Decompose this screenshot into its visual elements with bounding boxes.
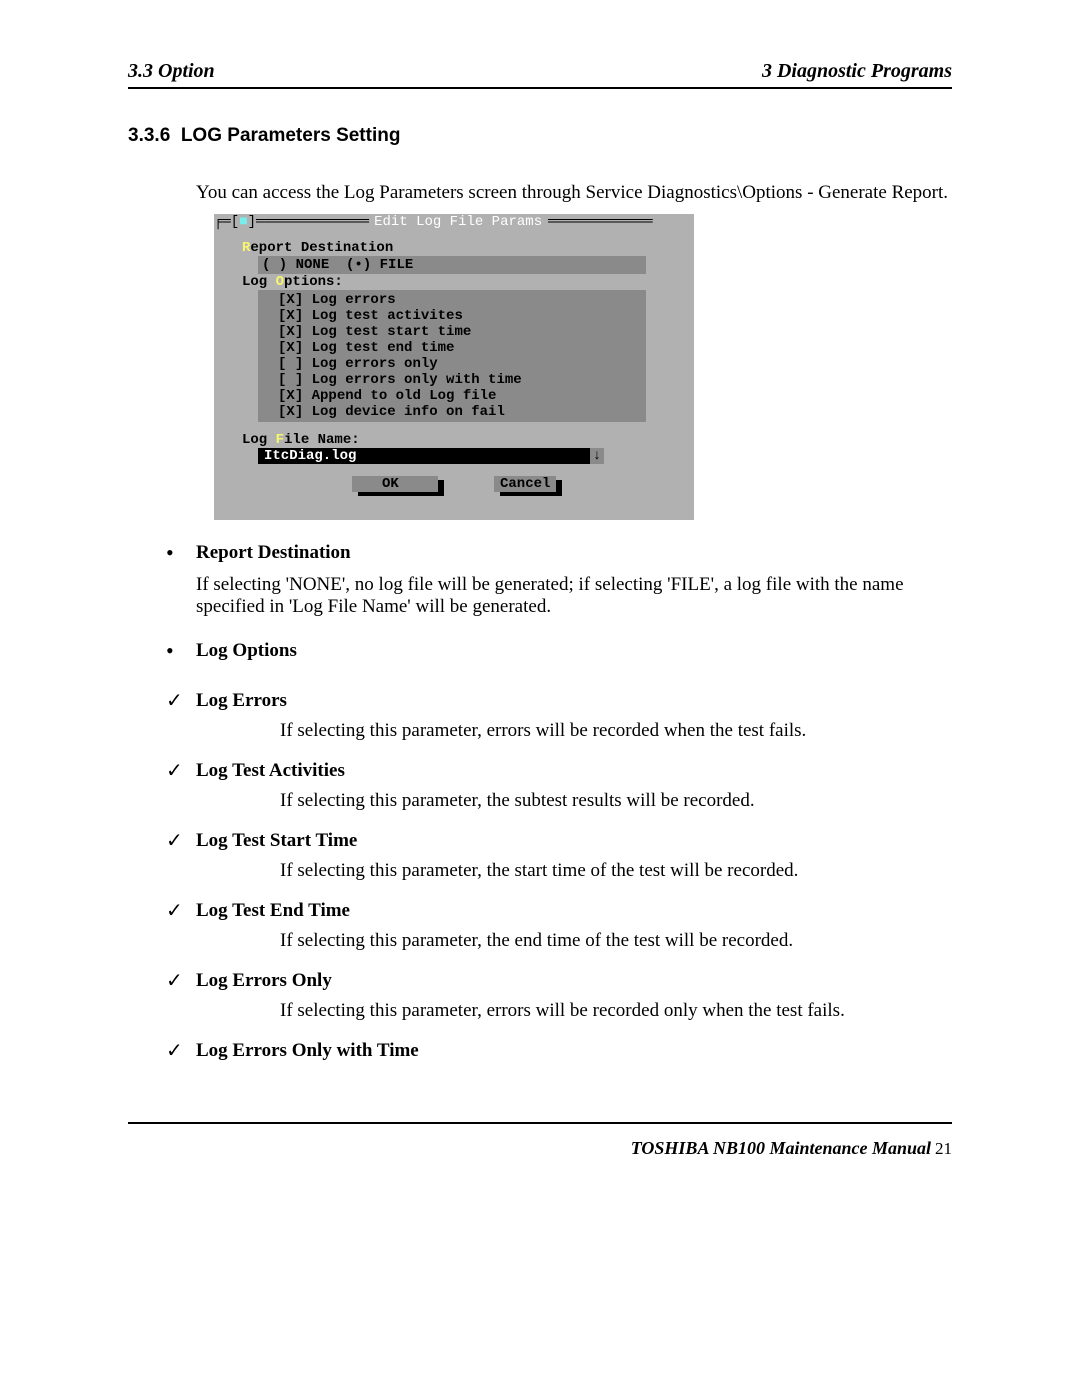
bullet-title: Log Options bbox=[196, 640, 952, 662]
opt-log-errors-only[interactable]: [ ] Log errors only bbox=[278, 356, 642, 372]
opt-log-errors[interactable]: [X] Log errors bbox=[278, 292, 642, 308]
report-destination-group[interactable]: ( ) NONE (•) FILE bbox=[258, 256, 646, 274]
section-intro: You can access the Log Parameters screen… bbox=[196, 181, 952, 206]
check-icon: ✓ bbox=[166, 760, 196, 782]
opt-log-errors-only-time[interactable]: [ ] Log errors only with time bbox=[278, 372, 642, 388]
bullet-icon: • bbox=[166, 542, 196, 618]
check-icon: ✓ bbox=[166, 900, 196, 922]
footer-rule bbox=[128, 1122, 952, 1124]
opt-log-device-info[interactable]: [X] Log device info on fail bbox=[278, 404, 642, 420]
ok-button[interactable]: OK bbox=[352, 476, 438, 492]
cancel-button[interactable]: Cancel bbox=[494, 476, 556, 492]
bullet-icon: • bbox=[166, 640, 196, 672]
opt-log-test-start-time[interactable]: [X] Log test start time bbox=[278, 324, 642, 340]
header-rule bbox=[128, 87, 952, 89]
sub-log-test-start-time: ✓ Log Test Start Time bbox=[166, 830, 952, 852]
sub-log-test-end-time: ✓ Log Test End Time bbox=[166, 900, 952, 922]
check-icon: ✓ bbox=[166, 830, 196, 852]
footer: TOSHIBA NB100 Maintenance Manual21 bbox=[128, 1138, 952, 1159]
footer-manual: TOSHIBA NB100 Maintenance Manual bbox=[631, 1138, 931, 1158]
bullet-title: Report Destination bbox=[196, 542, 952, 564]
bullet-desc: If selecting 'NONE', no log file will be… bbox=[196, 574, 952, 618]
sub-log-errors-only: ✓ Log Errors Only bbox=[166, 970, 952, 992]
sub-log-errors: ✓ Log Errors bbox=[166, 690, 952, 712]
sub-desc: If selecting this parameter, the end tim… bbox=[280, 930, 952, 952]
section-title: LOG Parameters Setting bbox=[181, 125, 401, 146]
check-icon: ✓ bbox=[166, 1040, 196, 1062]
sub-title: Log Test Start Time bbox=[196, 830, 357, 852]
check-icon: ✓ bbox=[166, 970, 196, 992]
sub-desc: If selecting this parameter, errors will… bbox=[280, 720, 952, 742]
footer-page: 21 bbox=[931, 1139, 952, 1158]
dialog-title: Edit Log File Params bbox=[368, 214, 548, 230]
sub-log-errors-only-time: ✓ Log Errors Only with Time bbox=[166, 1040, 952, 1062]
sub-title: Log Test End Time bbox=[196, 900, 350, 922]
header-right: 3 Diagnostic Programs bbox=[762, 60, 952, 83]
log-file-name-label: Log File Name: bbox=[242, 432, 666, 448]
log-options-label: Log Options: bbox=[242, 274, 666, 290]
sub-title: Log Test Activities bbox=[196, 760, 345, 782]
opt-log-test-end-time[interactable]: [X] Log test end time bbox=[278, 340, 642, 356]
opt-log-test-activities[interactable]: [X] Log test activites bbox=[278, 308, 642, 324]
bullet-log-options: • Log Options bbox=[166, 640, 952, 672]
radio-file-label[interactable]: FILE bbox=[380, 257, 414, 273]
sub-desc: If selecting this parameter, errors will… bbox=[280, 1000, 952, 1022]
sub-title: Log Errors bbox=[196, 690, 287, 712]
sub-title: Log Errors Only with Time bbox=[196, 1040, 419, 1062]
sub-title: Log Errors Only bbox=[196, 970, 332, 992]
screenshot-dialog: ╒═[■]═══════════════ Edit Log File Param… bbox=[208, 214, 700, 520]
opt-append-old-log[interactable]: [X] Append to old Log file bbox=[278, 388, 642, 404]
section-heading: 3.3.6 LOG Parameters Setting bbox=[128, 125, 952, 147]
section-number: 3.3.6 bbox=[128, 125, 170, 146]
sub-desc: If selecting this parameter, the start t… bbox=[280, 860, 952, 882]
page-header: 3.3 Option 3 Diagnostic Programs bbox=[128, 60, 952, 83]
dialog-title-bar: ╒═[■]═══════════════ Edit Log File Param… bbox=[214, 214, 694, 230]
header-left: 3.3 Option bbox=[128, 60, 215, 83]
bullet-report-destination: • Report Destination If selecting 'NONE'… bbox=[166, 542, 952, 618]
report-destination-label: Report Destination bbox=[242, 240, 666, 256]
history-down-icon[interactable]: ↓ bbox=[590, 448, 604, 464]
sub-desc: If selecting this parameter, the subtest… bbox=[280, 790, 952, 812]
check-icon: ✓ bbox=[166, 690, 196, 712]
log-options-group[interactable]: [X] Log errors [X] Log test activites [X… bbox=[258, 290, 646, 422]
radio-none-label[interactable]: NONE bbox=[296, 257, 330, 273]
log-file-name-input[interactable]: ItcDiag.log bbox=[258, 448, 590, 464]
sub-log-test-activities: ✓ Log Test Activities bbox=[166, 760, 952, 782]
